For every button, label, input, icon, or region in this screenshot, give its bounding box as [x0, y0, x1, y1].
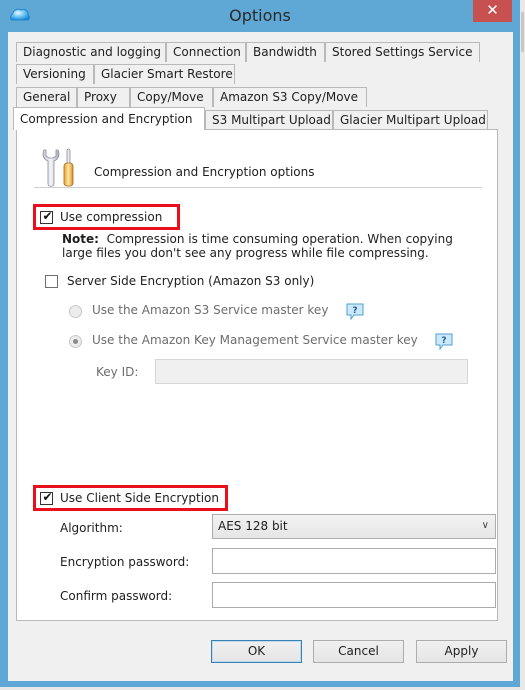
server-side-encryption-label[interactable]: Server Side Encryption (Amazon S3 only) [67, 274, 314, 288]
tab-copy-move[interactable]: Copy/Move [130, 87, 213, 107]
background-window-edge [520, 0, 525, 690]
tab-bandwidth[interactable]: Bandwidth [246, 42, 325, 62]
note-line-1: Compression is time consuming operation.… [106, 232, 453, 246]
tab-label: Stored Settings Service [332, 45, 473, 59]
tab-label: Amazon S3 Copy/Move [220, 90, 359, 104]
tab-label: Versioning [23, 67, 86, 81]
title-bar[interactable]: Options ✕ [0, 0, 520, 32]
tab-diagnostic-and-logging[interactable]: Diagnostic and logging [16, 42, 166, 62]
tab-general[interactable]: General [16, 87, 77, 107]
tab-label: General [23, 90, 71, 104]
checkmark-icon: ✔ [42, 490, 53, 504]
key-id-input[interactable] [155, 359, 468, 384]
tab-label: S3 Multipart Upload [212, 113, 331, 127]
window-title: Options [229, 6, 291, 25]
tab-compression-and-encryption[interactable]: Compression and Encryption [13, 107, 205, 130]
ok-button[interactable]: OK [211, 640, 302, 663]
use-compression-label[interactable]: Use compression [60, 210, 162, 224]
tab-amazon-s3-copy-move[interactable]: Amazon S3 Copy/Move [213, 87, 367, 107]
client-side-encryption-label[interactable]: Use Client Side Encryption [60, 491, 219, 505]
use-compression-checkbox[interactable]: ✔ [40, 209, 53, 224]
confirm-password-input[interactable] [212, 582, 496, 608]
tab-glacier-smart-restore[interactable]: Glacier Smart Restore [94, 64, 235, 84]
compression-note: Note: Compression is time consuming oper… [62, 232, 462, 260]
section-header: Compression and Encryption options [94, 165, 315, 179]
tools-icon [42, 148, 74, 187]
s3-master-key-radio[interactable] [69, 305, 82, 318]
tab-label: Compression and Encryption [20, 112, 193, 126]
tab-label: Copy/Move [137, 90, 204, 104]
tab-label: Glacier Multipart Upload [340, 113, 486, 127]
cancel-button[interactable]: Cancel [313, 640, 404, 663]
algorithm-value: AES 128 bit [218, 519, 288, 533]
help-icon[interactable]: ? [346, 303, 364, 320]
tab-label: Connection [173, 45, 241, 59]
server-side-encryption-checkbox[interactable] [45, 275, 58, 288]
svg-text:?: ? [352, 306, 357, 316]
checkmark-icon: ✔ [42, 209, 53, 223]
kms-master-key-radio[interactable] [69, 335, 82, 348]
note-bold-label: Note: [62, 232, 99, 246]
kms-master-key-label[interactable]: Use the Amazon Key Management Service ma… [92, 333, 418, 347]
dialog-client-area: Diagnostic and logging Connection Bandwi… [8, 32, 513, 681]
tab-panel-compression-encryption: Compression and Encryption options ✔ Use… [16, 129, 498, 621]
radio-selected-dot [73, 339, 78, 344]
confirm-password-label: Confirm password: [60, 589, 173, 603]
tab-proxy[interactable]: Proxy [77, 87, 130, 107]
help-icon[interactable]: ? [435, 333, 453, 350]
options-window: Options ✕ Diagnostic and logging Connect… [0, 0, 520, 687]
s3-master-key-label[interactable]: Use the Amazon S3 Service master key [92, 303, 328, 317]
algorithm-select[interactable]: AES 128 bit ∨ [212, 514, 496, 539]
note-line-2: large files you don't see any progress w… [62, 246, 429, 260]
tab-label: Bandwidth [253, 45, 317, 59]
encryption-password-input[interactable] [212, 548, 496, 574]
close-button[interactable]: ✕ [473, 0, 512, 22]
tab-glacier-multipart-upload[interactable]: Glacier Multipart Upload [333, 110, 488, 130]
tab-connection[interactable]: Connection [166, 42, 246, 62]
chevron-down-icon: ∨ [481, 520, 489, 531]
tab-label: Diagnostic and logging [23, 45, 162, 59]
tab-versioning[interactable]: Versioning [16, 64, 94, 84]
apply-button[interactable]: Apply [416, 640, 507, 663]
header-divider [34, 187, 482, 188]
tab-s3-multipart-upload[interactable]: S3 Multipart Upload [205, 110, 333, 130]
close-icon: ✕ [486, 1, 499, 19]
tab-label: Glacier Smart Restore [101, 67, 233, 81]
encryption-password-label: Encryption password: [60, 555, 190, 569]
tab-stored-settings-service[interactable]: Stored Settings Service [325, 42, 480, 62]
tab-label: Proxy [84, 90, 117, 104]
client-side-encryption-checkbox[interactable]: ✔ [40, 490, 53, 505]
algorithm-label: Algorithm: [60, 521, 123, 535]
background-scroll-mark [521, 12, 524, 52]
key-id-label: Key ID: [96, 365, 139, 379]
svg-text:?: ? [441, 336, 446, 346]
